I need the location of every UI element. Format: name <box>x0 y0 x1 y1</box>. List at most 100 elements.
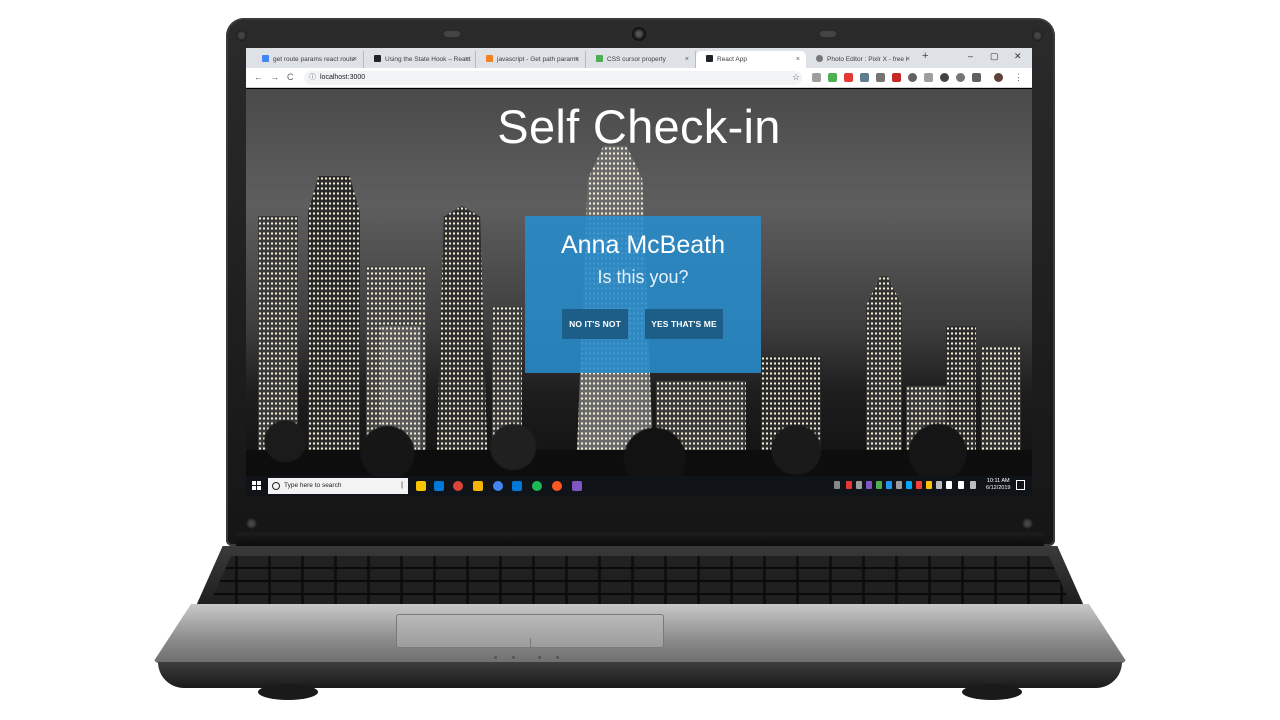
tray-icon[interactable] <box>926 481 932 489</box>
browser-tab[interactable]: get route params react route × <box>252 51 364 68</box>
windows-taskbar: Type here to search | 10:11 AM 6/12/2019 <box>246 476 1032 496</box>
action-center-icon[interactable] <box>1016 480 1025 490</box>
chrome-canary-icon[interactable] <box>552 481 562 491</box>
browser-menu-icon[interactable]: ⋮ <box>1014 72 1023 83</box>
browser-tab[interactable]: Using the State Hook – React × <box>364 51 476 68</box>
tab-label: Photo Editor : Pixlr X - free i <box>827 56 908 63</box>
tab-label: CSS cursor property <box>607 56 666 63</box>
tab-favicon-icon <box>596 55 603 62</box>
status-led <box>512 656 515 659</box>
tray-icon[interactable] <box>856 481 862 489</box>
identity-confirm-card: Anna McBeath Is this you? NO IT'S NOT YE… <box>525 216 761 373</box>
search-placeholder: Type here to search <box>284 482 342 489</box>
forward-button[interactable]: → <box>270 72 279 82</box>
laptop-foot <box>258 684 318 700</box>
clock-date: 6/12/2019 <box>986 485 1011 491</box>
spotify-icon[interactable] <box>532 481 542 491</box>
visual-studio-icon[interactable] <box>572 481 582 491</box>
address-text: localhost:3000 <box>320 74 366 81</box>
laptop-foot <box>962 684 1022 700</box>
extension-icon[interactable] <box>892 73 901 82</box>
confirm-question: Is this you? <box>597 267 689 287</box>
battery-icon[interactable] <box>970 481 976 489</box>
chrome-icon[interactable] <box>453 481 463 491</box>
browser-tab[interactable]: Photo Editor : Pixlr X - free i × <box>806 51 916 68</box>
bezel-screw <box>1032 30 1043 41</box>
tab-close-icon[interactable]: × <box>685 51 689 68</box>
tray-icon[interactable] <box>916 481 922 489</box>
microphone-icon[interactable]: | <box>401 478 403 494</box>
extension-icon[interactable] <box>956 73 965 82</box>
tray-icon[interactable] <box>846 481 852 489</box>
tray-icon[interactable] <box>876 481 882 489</box>
browser-tab[interactable]: javascript - Get path params × <box>476 51 586 68</box>
close-window-button[interactable]: ✕ <box>1014 51 1022 62</box>
no-its-not-button[interactable]: NO IT'S NOT <box>562 309 628 339</box>
bezel-screw <box>236 30 247 41</box>
bookmark-star-icon[interactable]: ☆ <box>792 72 800 83</box>
store-icon[interactable] <box>512 481 522 491</box>
status-led <box>494 656 497 659</box>
cortana-icon <box>272 482 280 490</box>
tab-close-icon[interactable]: × <box>575 51 579 68</box>
vscode-icon[interactable] <box>434 481 444 491</box>
start-button[interactable] <box>252 481 262 491</box>
sticky-notes-icon[interactable] <box>473 481 483 491</box>
tab-favicon-icon <box>486 55 493 62</box>
laptop-mockup: get route params react route × Using the… <box>0 0 1280 720</box>
people-icon[interactable] <box>834 481 840 489</box>
site-info-icon[interactable]: ⓘ <box>309 71 316 85</box>
address-bar[interactable]: ⓘ localhost:3000 <box>304 71 802 85</box>
network-icon[interactable] <box>946 481 952 489</box>
minimize-button[interactable]: – <box>968 51 973 61</box>
onedrive-icon[interactable] <box>906 481 912 489</box>
tab-favicon-icon <box>816 55 823 62</box>
extension-icon[interactable] <box>908 73 917 82</box>
status-led <box>556 656 559 659</box>
tab-close-icon[interactable]: × <box>796 51 800 68</box>
tray-icon[interactable] <box>896 481 902 489</box>
taskbar-clock[interactable]: 10:11 AM 6/12/2019 <box>986 478 1010 492</box>
back-button[interactable]: ← <box>254 72 263 82</box>
extension-icon[interactable] <box>812 73 821 82</box>
taskbar-search-input[interactable]: Type here to search | <box>268 478 408 494</box>
new-tab-button[interactable]: + <box>922 50 928 62</box>
browser-toolbar: ← → C ⓘ localhost:3000 ☆ ⋮ <box>246 68 1032 88</box>
extension-icon[interactable] <box>844 73 853 82</box>
browser-tab-active[interactable]: React App × <box>696 51 806 68</box>
extension-icon[interactable] <box>876 73 885 82</box>
maximize-button[interactable]: ▢ <box>990 51 999 62</box>
browser-tabstrip: get route params react route × Using the… <box>246 48 1032 68</box>
reload-button[interactable]: C <box>287 72 294 82</box>
volume-icon[interactable] <box>958 481 964 489</box>
laptop-screen: get route params react route × Using the… <box>246 48 1032 496</box>
clock-time: 10:11 AM <box>986 478 1010 484</box>
extension-icon[interactable] <box>828 73 837 82</box>
browser-tab[interactable]: CSS cursor property × <box>586 51 696 68</box>
tray-icon[interactable] <box>936 481 942 489</box>
tab-label: Using the State Hook – React <box>385 56 471 63</box>
tree-line <box>246 418 1032 476</box>
webcam-icon <box>632 27 646 41</box>
extension-icon[interactable] <box>924 73 933 82</box>
status-led <box>538 656 541 659</box>
sensor-slot <box>820 31 836 37</box>
tab-close-icon[interactable]: × <box>465 51 469 68</box>
tab-favicon-icon <box>706 55 713 62</box>
tab-close-icon[interactable]: × <box>906 51 910 68</box>
tab-label: React App <box>717 56 747 63</box>
yes-thats-me-button[interactable]: YES THAT'S ME <box>645 309 723 339</box>
tab-favicon-icon <box>374 55 381 62</box>
extension-icon[interactable] <box>972 73 981 82</box>
file-explorer-icon[interactable] <box>416 481 426 491</box>
tab-close-icon[interactable]: × <box>353 51 357 68</box>
touchpad-divider <box>530 638 531 648</box>
mic-slot <box>444 31 460 37</box>
profile-avatar[interactable] <box>994 73 1003 82</box>
laptop-hinge <box>236 532 1044 546</box>
extension-icon[interactable] <box>860 73 869 82</box>
tray-icon[interactable] <box>866 481 872 489</box>
extension-icon[interactable] <box>940 73 949 82</box>
app-icon[interactable] <box>493 481 503 491</box>
tray-icon[interactable] <box>886 481 892 489</box>
